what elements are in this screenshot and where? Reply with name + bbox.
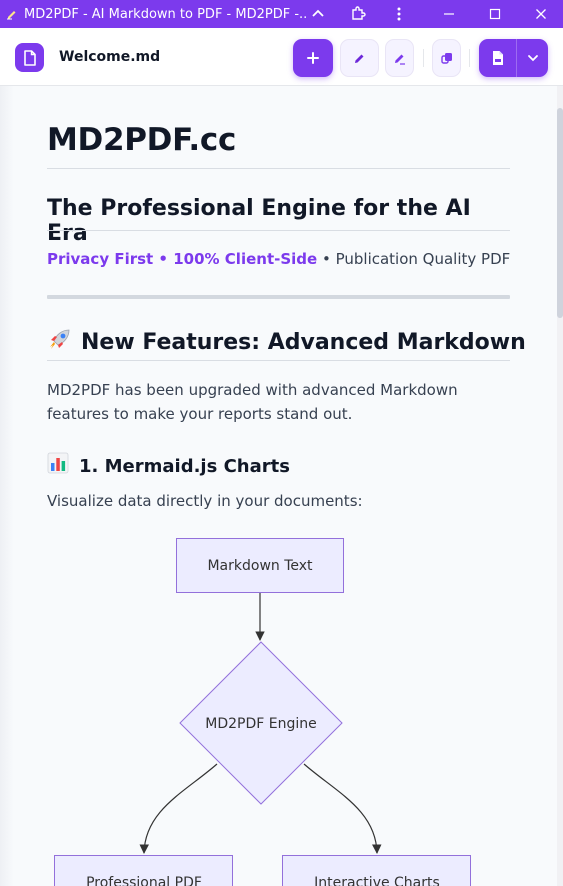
node-label: Interactive Charts bbox=[314, 875, 440, 886]
pencil-line-icon bbox=[395, 54, 405, 65]
close-button[interactable] bbox=[521, 0, 561, 28]
chevron-up-icon[interactable] bbox=[298, 0, 338, 28]
intro-paragraph: MD2PDF has been upgraded with advanced M… bbox=[47, 381, 458, 423]
document-heading-1: MD2PDF.cc bbox=[47, 122, 237, 158]
document-icon bbox=[15, 43, 44, 72]
ai-edit-button[interactable] bbox=[385, 39, 414, 77]
tagline-rest: • Publication Quality PDF bbox=[317, 250, 511, 268]
flow-node-markdown-text: Markdown Text bbox=[176, 538, 344, 593]
sidebar-gutter bbox=[0, 86, 14, 886]
editor-toolbar: Welcome.md bbox=[0, 28, 563, 86]
app-icon bbox=[6, 8, 18, 20]
chevron-down-icon[interactable] bbox=[517, 54, 548, 62]
preview-scrollbar[interactable] bbox=[557, 86, 563, 886]
flow-node-professional-pdf: Professional PDF bbox=[54, 855, 233, 886]
plus-icon bbox=[307, 52, 319, 64]
toolbar-separator bbox=[469, 49, 470, 67]
tagline: Privacy First • 100% Client-Side • Publi… bbox=[47, 250, 510, 268]
edit-button[interactable] bbox=[340, 39, 379, 77]
new-document-button[interactable] bbox=[293, 39, 333, 77]
document-heading-mermaid: 1. Mermaid.js Charts bbox=[47, 452, 290, 479]
export-pdf-button[interactable] bbox=[479, 39, 548, 77]
copy-icon bbox=[440, 53, 452, 64]
tagline-accent: Privacy First • 100% Client-Side bbox=[47, 250, 318, 268]
window-titlebar: MD2PDF - AI Markdown to PDF - MD2PDF -..… bbox=[0, 0, 563, 28]
copy-button[interactable] bbox=[432, 39, 461, 77]
pencil-icon bbox=[355, 54, 364, 63]
mermaid-heading-text: 1. Mermaid.js Charts bbox=[79, 456, 290, 477]
file-pdf-icon bbox=[479, 50, 516, 66]
rocket-icon bbox=[47, 326, 73, 358]
minimize-button[interactable] bbox=[429, 0, 469, 28]
window-title: MD2PDF - AI Markdown to PDF - MD2PDF -..… bbox=[24, 6, 306, 22]
flow-edge bbox=[139, 763, 218, 854]
extensions-icon[interactable] bbox=[338, 0, 378, 28]
heading-underline bbox=[47, 168, 510, 169]
heading-underline bbox=[47, 360, 510, 361]
flow-edge bbox=[303, 763, 382, 854]
features-heading-text: New Features: Advanced Markdown bbox=[81, 330, 526, 355]
node-label: Markdown Text bbox=[207, 558, 313, 574]
node-label: MD2PDF Engine bbox=[205, 716, 316, 732]
maximize-button[interactable] bbox=[475, 0, 515, 28]
flow-node-interactive-charts: Interactive Charts bbox=[282, 855, 471, 886]
horizontal-rule bbox=[47, 295, 510, 299]
bar-chart-icon bbox=[47, 452, 69, 479]
more-options-icon[interactable] bbox=[379, 0, 419, 28]
visualize-paragraph: Visualize data directly in your document… bbox=[47, 492, 363, 510]
document-heading-engine: The Professional Engine for the AI Era bbox=[47, 196, 471, 246]
document-heading-features: New Features: Advanced Markdown bbox=[47, 326, 526, 358]
node-label: Professional PDF bbox=[86, 875, 202, 886]
heading-underline bbox=[47, 230, 510, 231]
toolbar-separator bbox=[423, 49, 424, 67]
flow-node-engine: MD2PDF Engine bbox=[179, 641, 343, 805]
document-filename[interactable]: Welcome.md bbox=[59, 49, 160, 65]
scrollbar-thumb[interactable] bbox=[557, 108, 563, 318]
